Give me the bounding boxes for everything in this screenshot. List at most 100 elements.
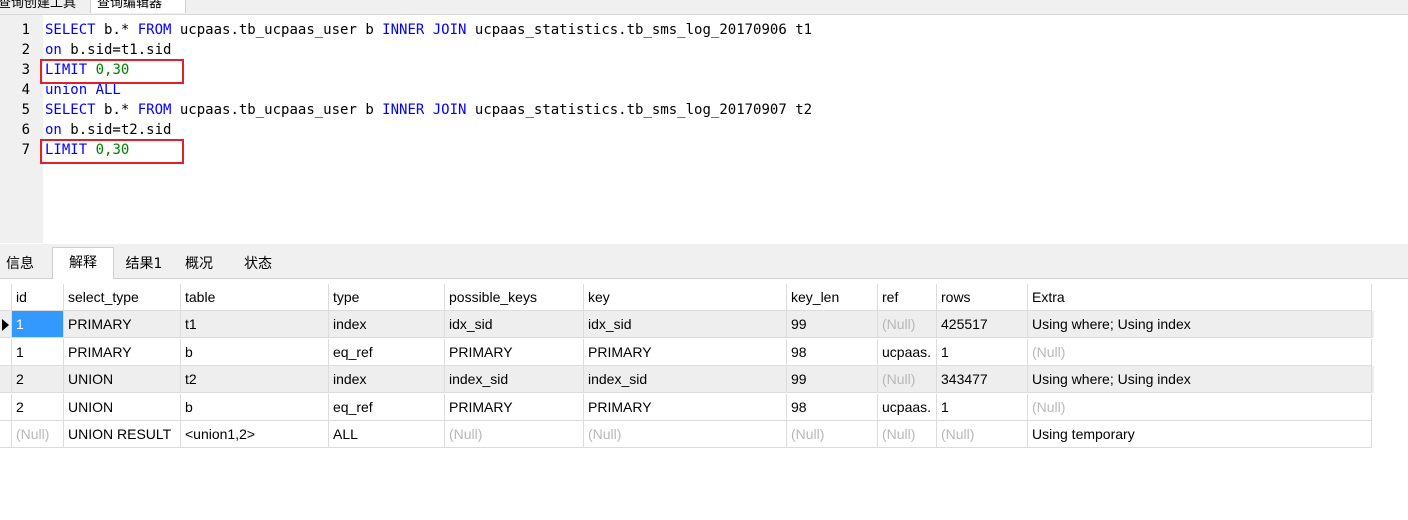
- tab-query-editor[interactable]: 查询编辑器: [90, 0, 186, 13]
- column-header-possible-keys[interactable]: possible_keys: [445, 284, 584, 311]
- column-header-key[interactable]: key: [584, 284, 787, 311]
- cell-id[interactable]: (Null): [12, 421, 64, 448]
- code-token: b.sid=t1.sid: [61, 42, 172, 58]
- row-indicator: [0, 421, 12, 448]
- tab-result-1[interactable]: 结果1: [116, 250, 172, 278]
- cell-type[interactable]: eq_ref: [329, 393, 445, 421]
- line-number: 3: [21, 62, 30, 78]
- cell-ref[interactable]: (Null): [878, 311, 937, 338]
- cell-type[interactable]: ALL: [329, 421, 445, 448]
- line-number: 5: [21, 102, 30, 118]
- result-panel-tabs: 信息 解释 结果1 概况 状态: [0, 244, 1408, 279]
- cell-type[interactable]: index: [329, 366, 445, 393]
- cell-select-type[interactable]: UNION RESULT: [64, 421, 181, 448]
- column-header-extra[interactable]: Extra: [1028, 284, 1372, 311]
- column-header-rows[interactable]: rows: [937, 284, 1028, 311]
- cell-extra[interactable]: (Null): [1028, 338, 1372, 366]
- tab-query-builder[interactable]: 查询创建工具: [0, 0, 86, 13]
- tab-info[interactable]: 信息: [0, 250, 40, 278]
- cell-rows[interactable]: 425517: [937, 311, 1028, 338]
- cell-possible-keys[interactable]: (Null): [445, 421, 584, 448]
- cell-extra[interactable]: (Null): [1028, 393, 1372, 421]
- cell-key-len[interactable]: 99: [787, 366, 878, 393]
- cell-extra[interactable]: Using where; Using index: [1028, 366, 1372, 393]
- cell-select-type[interactable]: UNION: [64, 366, 181, 393]
- code-token: union ALL: [45, 82, 121, 98]
- cell-rows[interactable]: (Null): [937, 421, 1028, 448]
- code-text: SELECT b.* FROM ucpaas.tb_ucpaas_user b …: [45, 100, 812, 120]
- column-header-ref[interactable]: ref: [878, 284, 937, 311]
- cell-extra[interactable]: Using temporary: [1028, 421, 1372, 448]
- sql-editor[interactable]: 1 SELECT b.* FROM ucpaas.tb_ucpaas_user b…: [0, 15, 1408, 243]
- cell-select-type[interactable]: PRIMARY: [64, 338, 181, 366]
- highlight-box-limit-line-3: [40, 59, 184, 84]
- cell-key-len[interactable]: 98: [787, 338, 878, 366]
- cell-type[interactable]: eq_ref: [329, 338, 445, 366]
- cell-possible-keys[interactable]: PRIMARY: [445, 338, 584, 366]
- column-header-key-len[interactable]: key_len: [787, 284, 878, 311]
- cell-table[interactable]: t1: [181, 311, 329, 338]
- cell-ref[interactable]: ucpaas.: [878, 393, 937, 421]
- code-token: on: [45, 42, 62, 58]
- code-token: SELECT: [45, 102, 96, 118]
- cell-id[interactable]: 2: [12, 393, 64, 421]
- cell-id[interactable]: 1: [12, 311, 64, 338]
- code-line[interactable]: 6 on b.sid=t2.sid: [0, 120, 1400, 140]
- cell-type[interactable]: index: [329, 311, 445, 338]
- line-number: 7: [21, 142, 30, 158]
- row-indicator: [0, 366, 12, 393]
- cell-key[interactable]: (Null): [584, 421, 787, 448]
- cell-key[interactable]: idx_sid: [584, 311, 787, 338]
- cell-extra[interactable]: Using where; Using index: [1028, 311, 1372, 338]
- line-number: 1: [21, 22, 30, 38]
- cell-possible-keys[interactable]: PRIMARY: [445, 393, 584, 421]
- cell-rows[interactable]: 343477: [937, 366, 1028, 393]
- tab-status[interactable]: 状态: [232, 250, 284, 278]
- column-header-select-type[interactable]: select_type: [64, 284, 181, 311]
- cell-table[interactable]: t2: [181, 366, 329, 393]
- cell-possible-keys[interactable]: idx_sid: [445, 311, 584, 338]
- table-row[interactable]: 2 UNION t2 index index_sid index_sid 99 (Null) 3…: [0, 366, 1374, 393]
- cell-key-len[interactable]: (Null): [787, 421, 878, 448]
- cell-key-len[interactable]: 99: [787, 311, 878, 338]
- code-line[interactable]: 4 union ALL: [0, 80, 1400, 100]
- cell-possible-keys[interactable]: index_sid: [445, 366, 584, 393]
- cell-table[interactable]: b: [181, 393, 329, 421]
- row-indicator: [0, 393, 12, 421]
- tab-explain[interactable]: 解释: [52, 247, 114, 279]
- cell-ref[interactable]: (Null): [878, 421, 937, 448]
- table-row[interactable]: (Null) UNION RESULT <union1,2> ALL (Null) (Nu…: [0, 421, 1374, 448]
- code-line[interactable]: 3 LIMIT 0,30: [0, 60, 1400, 80]
- cell-id[interactable]: 2: [12, 366, 64, 393]
- code-line[interactable]: 5 SELECT b.* FROM ucpaas.tb_ucpaas_user b…: [0, 100, 1400, 120]
- column-header-id[interactable]: id: [12, 284, 64, 311]
- cell-select-type[interactable]: UNION: [64, 393, 181, 421]
- cell-key[interactable]: index_sid: [584, 366, 787, 393]
- code-line[interactable]: 7 LIMIT 0,30: [0, 140, 1400, 160]
- code-token: b.*: [95, 22, 138, 38]
- cell-rows[interactable]: 1: [937, 338, 1028, 366]
- code-line[interactable]: 1 SELECT b.* FROM ucpaas.tb_ucpaas_user b…: [0, 20, 1400, 40]
- tab-overview[interactable]: 概况: [174, 250, 224, 278]
- cell-key-len[interactable]: 98: [787, 393, 878, 421]
- code-line[interactable]: 2 on b.sid=t1.sid: [0, 40, 1400, 60]
- cell-table[interactable]: <union1,2>: [181, 421, 329, 448]
- query-tab-strip: 查询创建工具 查询编辑器: [0, 0, 1408, 15]
- table-row[interactable]: 1 PRIMARY b eq_ref PRIMARY PRIMARY 98 ucpaas. 1(…: [0, 338, 1374, 366]
- code-token: FROM: [137, 102, 172, 118]
- cell-ref[interactable]: ucpaas.: [878, 338, 937, 366]
- cell-key[interactable]: PRIMARY: [584, 393, 787, 421]
- column-header-table[interactable]: table: [181, 284, 329, 311]
- column-header-type[interactable]: type: [329, 284, 445, 311]
- code-token: INNER JOIN: [382, 102, 467, 118]
- cell-rows[interactable]: 1: [937, 393, 1028, 421]
- table-row[interactable]: 2 UNION b eq_ref PRIMARY PRIMARY 98 ucpaas. 1 (Nu…: [0, 393, 1374, 421]
- code-text: SELECT b.* FROM ucpaas.tb_ucpaas_user b …: [45, 20, 812, 40]
- cell-id[interactable]: 1: [12, 338, 64, 366]
- cell-key[interactable]: PRIMARY: [584, 338, 787, 366]
- cell-table[interactable]: b: [181, 338, 329, 366]
- table-row[interactable]: 1 PRIMARY t1 index idx_sid idx_sid 99 (Null) 425…: [0, 311, 1374, 338]
- code-token: ucpaas_statistics.tb_sms_log_20170907 t2: [466, 102, 813, 118]
- cell-ref[interactable]: (Null): [878, 366, 937, 393]
- cell-select-type[interactable]: PRIMARY: [64, 311, 181, 338]
